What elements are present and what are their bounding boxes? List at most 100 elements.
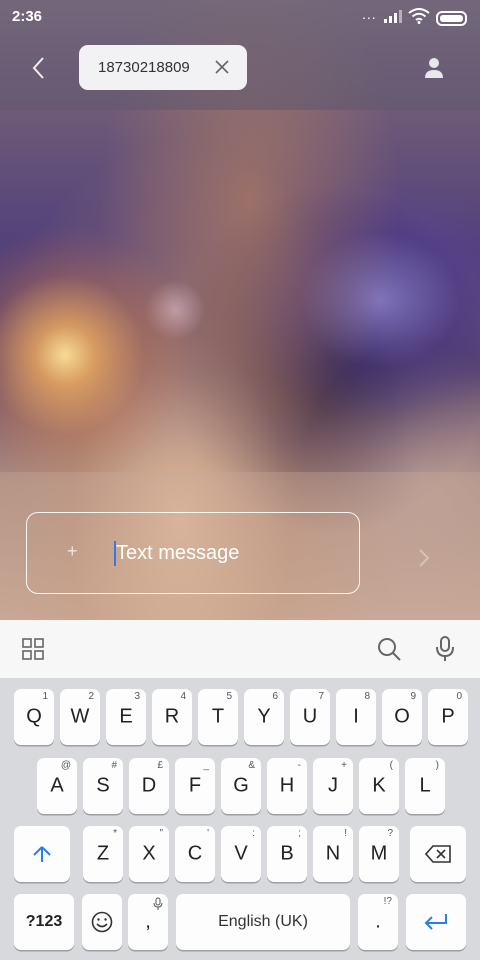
shift-key[interactable] — [14, 826, 70, 882]
remove-recipient-icon[interactable] — [213, 58, 231, 76]
key-label: E — [119, 705, 133, 728]
key-label: A — [50, 774, 64, 797]
key-hint: + — [341, 760, 347, 771]
key-label: T — [211, 705, 225, 728]
key-k[interactable]: (K — [359, 758, 399, 814]
key-hint: 5 — [226, 691, 232, 702]
key-a[interactable]: @ A — [37, 758, 77, 814]
key-n[interactable]: ! N — [313, 826, 353, 882]
key-e[interactable]: 3E — [106, 689, 146, 745]
battery-icon — [436, 11, 467, 26]
key-hint: : — [252, 828, 255, 839]
key-y[interactable]: 6Y — [244, 689, 284, 745]
key-hint: - — [297, 760, 301, 771]
keyboard: 1Q2W3E4R5T6Y7U8I9O0P @ A # S £ D _ F & G - H + J(K) L … — [0, 678, 480, 960]
key-label: Y — [257, 705, 271, 728]
key-label: K — [372, 774, 386, 797]
key-label: C — [187, 842, 203, 865]
space-key[interactable]: English (UK) — [176, 894, 350, 950]
space-key-label: English (UK) — [218, 913, 308, 930]
key-v[interactable]: :V — [221, 826, 261, 882]
key-s[interactable]: # S — [83, 758, 123, 814]
key-hint: 6 — [272, 691, 278, 702]
key-hint: 8 — [364, 691, 370, 702]
key-label: L — [419, 774, 431, 797]
key-o[interactable]: 9O — [382, 689, 422, 745]
symbols-key-label: ?123 — [25, 913, 63, 930]
key-label: F — [188, 774, 202, 797]
key-hint: 4 — [180, 691, 186, 702]
emoji-key[interactable] — [82, 894, 122, 950]
key-p[interactable]: 0P — [428, 689, 468, 745]
key-i[interactable]: 8I — [336, 689, 376, 745]
key-label: O — [394, 705, 410, 728]
keyboard-toolbar — [0, 620, 480, 678]
key-w[interactable]: 2W — [60, 689, 100, 745]
key-hint: 7 — [318, 691, 324, 702]
key-z[interactable]: * Z — [83, 826, 123, 882]
key-label: N — [325, 842, 341, 865]
attach-icon[interactable]: + — [67, 541, 78, 562]
symbols-key[interactable]: ?123 — [14, 894, 74, 950]
period-key-hint: !? — [383, 896, 392, 907]
key-l[interactable]: ) L — [405, 758, 445, 814]
key-hint: ! — [344, 828, 347, 839]
key-hint: ) — [435, 760, 439, 771]
key-m[interactable]: ? M — [359, 826, 399, 882]
back-button[interactable] — [24, 52, 54, 84]
status-time: 2:36 — [12, 8, 43, 25]
enter-icon — [424, 914, 447, 930]
backspace-key[interactable] — [410, 826, 466, 882]
key-b[interactable]: ; B — [267, 826, 307, 882]
key-g[interactable]: & G — [221, 758, 261, 814]
key-hint: " — [159, 828, 163, 839]
key-label: I — [353, 705, 359, 728]
key-t[interactable]: 5T — [198, 689, 238, 745]
key-hint: 1 — [42, 691, 48, 702]
key-u[interactable]: 7U — [290, 689, 330, 745]
key-hint: 9 — [410, 691, 416, 702]
text-cursor — [114, 541, 116, 566]
emoji-icon — [91, 911, 113, 933]
key-label: B — [280, 842, 294, 865]
key-j[interactable]: + J — [313, 758, 353, 814]
recipient-number: 18730218809 — [98, 59, 190, 76]
apps-grid-icon[interactable] — [22, 638, 44, 660]
key-q[interactable]: 1Q — [14, 689, 54, 745]
key-label: S — [96, 774, 110, 797]
wifi-icon — [408, 8, 430, 24]
key-hint: 2 — [88, 691, 94, 702]
status-bar: 2:36 ... — [0, 0, 480, 34]
key-r[interactable]: 4R — [152, 689, 192, 745]
signal-icon — [384, 9, 404, 23]
contact-icon[interactable] — [420, 54, 448, 82]
key-x[interactable]: " X — [129, 826, 169, 882]
key-label: D — [141, 774, 157, 797]
recipient-chip[interactable]: 18730218809 — [79, 45, 247, 90]
key-label: Z — [96, 842, 110, 865]
period-key-label: . — [375, 910, 381, 933]
microphone-icon[interactable] — [433, 635, 457, 663]
comma-key[interactable]: , — [128, 894, 168, 950]
key-label: G — [233, 774, 249, 797]
key-c[interactable]: ' C — [175, 826, 215, 882]
key-f[interactable]: _ F — [175, 758, 215, 814]
key-label: R — [164, 705, 180, 728]
comma-key-label: , — [145, 910, 151, 933]
key-hint: ; — [298, 828, 301, 839]
period-key[interactable]: !? . — [358, 894, 398, 950]
key-d[interactable]: £ D — [129, 758, 169, 814]
send-icon[interactable] — [414, 544, 434, 572]
message-input[interactable] — [114, 536, 336, 570]
key-hint: ' — [207, 828, 209, 839]
key-hint: 0 — [456, 691, 462, 702]
key-label: J — [328, 774, 338, 797]
shift-arrow-icon — [33, 846, 51, 862]
enter-key[interactable] — [406, 894, 466, 950]
key-h[interactable]: -H — [267, 758, 307, 814]
notification-dots: ... — [362, 6, 377, 22]
backspace-icon — [425, 845, 451, 863]
key-label: U — [302, 705, 318, 728]
key-label: W — [70, 705, 90, 728]
search-icon[interactable] — [376, 636, 402, 662]
